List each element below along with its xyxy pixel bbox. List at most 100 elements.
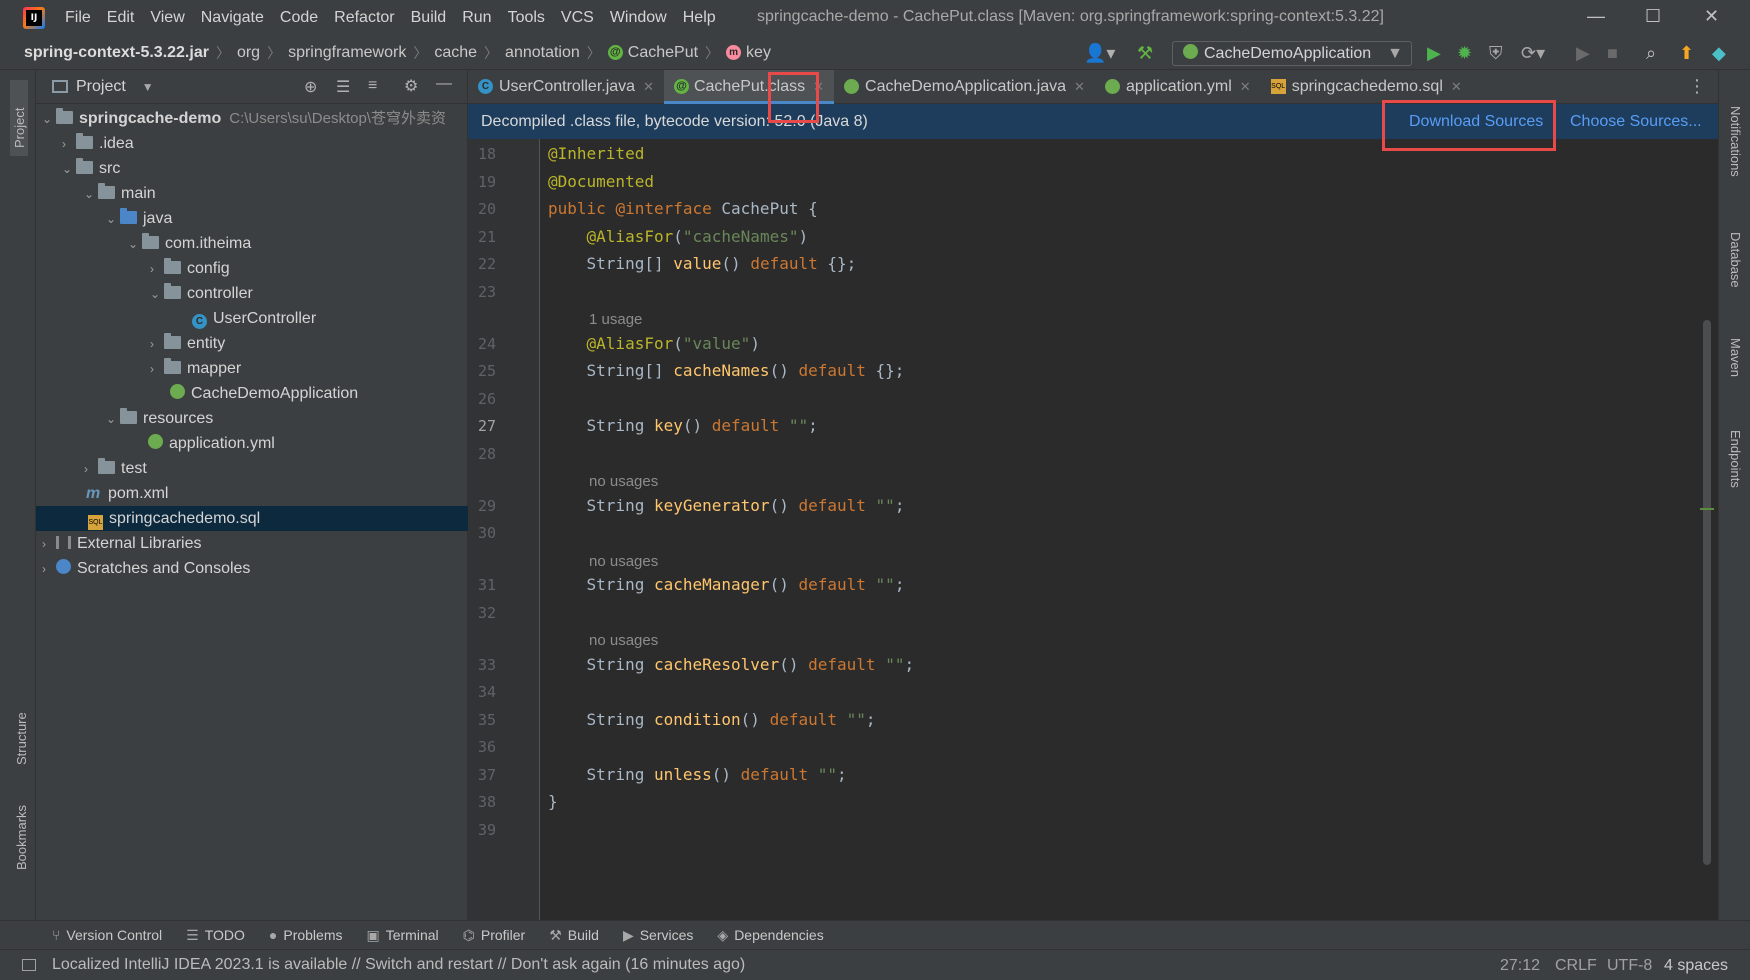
code-line[interactable]: String cacheResolver() default ""; bbox=[548, 655, 915, 674]
menu-file[interactable]: File bbox=[57, 9, 99, 27]
code-line[interactable]: } bbox=[548, 792, 558, 811]
run-icon[interactable]: ▶ bbox=[1427, 42, 1441, 64]
build-tool[interactable]: ⚒ Build bbox=[549, 927, 599, 944]
tree-item-sql[interactable]: SQL springcachedemo.sql bbox=[36, 506, 468, 531]
chevron-down-icon[interactable]: ⌄ bbox=[84, 182, 98, 207]
expand-all-icon[interactable]: ☰ bbox=[336, 77, 350, 97]
chevron-down-icon[interactable]: ⌄ bbox=[150, 282, 164, 307]
menu-code[interactable]: Code bbox=[272, 9, 326, 27]
chevron-right-icon[interactable]: › bbox=[150, 332, 164, 357]
tab-springcachedemo-sql[interactable]: SQL springcachedemo.sql ✕ bbox=[1261, 70, 1472, 104]
tab-cacheput[interactable]: @ CachePut.class ✕ bbox=[663, 69, 835, 104]
tree-item-application-yml[interactable]: application.yml bbox=[36, 431, 468, 456]
close-tab-icon[interactable]: ✕ bbox=[1451, 79, 1462, 95]
tree-item-cachedemoapplication[interactable]: CacheDemoApplication bbox=[36, 381, 468, 406]
tree-item-entity[interactable]: › entity bbox=[36, 331, 468, 356]
tree-item-src[interactable]: ⌄ src bbox=[36, 156, 468, 181]
code-line[interactable]: String cacheManager() default ""; bbox=[548, 575, 905, 594]
usage-inlay-hint[interactable]: no usages bbox=[589, 632, 658, 649]
tree-item-idea[interactable]: › .idea bbox=[36, 131, 468, 156]
choose-sources-link[interactable]: Choose Sources... bbox=[1570, 104, 1702, 139]
run-configuration-select[interactable]: CacheDemoApplication ▼ bbox=[1172, 41, 1412, 66]
code-line[interactable]: @AliasFor("cacheNames") bbox=[548, 227, 809, 246]
chevron-right-icon[interactable]: › bbox=[42, 532, 56, 557]
code-line[interactable]: String[] cacheNames() default {}; bbox=[548, 361, 905, 380]
tree-item-main[interactable]: ⌄ main bbox=[36, 181, 468, 206]
chevron-down-icon[interactable]: ⌄ bbox=[106, 207, 120, 232]
menu-navigate[interactable]: Navigate bbox=[193, 9, 272, 27]
jetbrains-ai-icon[interactable]: ◆ bbox=[1712, 42, 1726, 64]
code-line[interactable]: String condition() default ""; bbox=[548, 710, 876, 729]
tree-item-external-libraries[interactable]: › External Libraries bbox=[36, 531, 468, 556]
chevron-down-icon[interactable]: ⌄ bbox=[128, 232, 142, 257]
terminal-tool[interactable]: ▣ Terminal bbox=[367, 927, 439, 944]
status-message[interactable]: Localized IntelliJ IDEA 2023.1 is availa… bbox=[52, 956, 745, 974]
dependencies-tool[interactable]: ◈ Dependencies bbox=[717, 927, 823, 944]
code-editor[interactable]: @Inherited @Documented public @interface C… bbox=[540, 139, 1718, 926]
file-encoding[interactable]: UTF-8 bbox=[1607, 950, 1652, 980]
code-line[interactable]: String keyGenerator() default ""; bbox=[548, 496, 905, 515]
bookmarks-tool-label[interactable]: Bookmarks bbox=[14, 805, 29, 870]
collapse-all-icon[interactable]: ≡ bbox=[368, 77, 377, 95]
services-tool[interactable]: ▶ Services bbox=[623, 927, 693, 944]
minimize-icon[interactable]: — bbox=[1587, 6, 1605, 27]
tree-item-resources[interactable]: ⌄ resources bbox=[36, 406, 468, 431]
todo-tool[interactable]: ☰ TODO bbox=[186, 927, 245, 944]
chevron-down-icon[interactable]: ⌄ bbox=[106, 407, 120, 432]
database-tool-label[interactable]: Database bbox=[1728, 232, 1743, 288]
version-control-tool[interactable]: ⑂ Version Control bbox=[52, 927, 162, 943]
code-line[interactable]: String[] value() default {}; bbox=[548, 254, 857, 273]
menu-run[interactable]: Run bbox=[454, 9, 499, 27]
chevron-down-icon[interactable]: ⌄ bbox=[42, 107, 56, 132]
close-tab-icon[interactable]: ✕ bbox=[643, 79, 654, 95]
usage-inlay-hint[interactable]: 1 usage bbox=[589, 311, 642, 328]
download-sources-link[interactable]: Download Sources bbox=[1409, 104, 1543, 139]
locate-icon[interactable]: ⊕ bbox=[304, 77, 317, 97]
line-separator[interactable]: CRLF bbox=[1555, 950, 1597, 980]
breadcrumb-key[interactable]: key bbox=[746, 44, 771, 62]
breadcrumb-cache[interactable]: cache bbox=[434, 44, 477, 62]
chevron-right-icon[interactable]: › bbox=[84, 457, 98, 482]
menu-view[interactable]: View bbox=[142, 9, 192, 27]
breadcrumb-springframework[interactable]: springframework bbox=[288, 44, 406, 62]
resume-icon[interactable]: ▶ bbox=[1576, 42, 1590, 64]
tree-item-package[interactable]: ⌄ com.itheima bbox=[36, 231, 468, 256]
user-icon[interactable]: 👤▾ bbox=[1084, 42, 1115, 64]
build-hammer-icon[interactable]: ⚒ bbox=[1137, 42, 1153, 64]
tree-item-root[interactable]: ⌄ springcache-demo C:\Users\su\Desktop\苍穹外… bbox=[36, 106, 468, 131]
coverage-icon[interactable]: ⛨ bbox=[1489, 42, 1503, 64]
menu-help[interactable]: Help bbox=[675, 9, 724, 27]
close-tab-icon[interactable]: ✕ bbox=[813, 79, 824, 95]
structure-tool-label[interactable]: Structure bbox=[14, 712, 29, 765]
profile-icon[interactable]: ⟳▾ bbox=[1521, 42, 1545, 64]
endpoints-tool-label[interactable]: Endpoints bbox=[1728, 430, 1743, 488]
profiler-tool[interactable]: ⌬ Profiler bbox=[463, 927, 526, 944]
code-line[interactable]: @Inherited bbox=[548, 144, 644, 163]
maven-tool-label[interactable]: Maven bbox=[1728, 338, 1743, 377]
tree-item-pom[interactable]: m pom.xml bbox=[36, 481, 468, 506]
hide-panel-icon[interactable]: — bbox=[436, 75, 452, 93]
chevron-down-icon[interactable]: ⌄ bbox=[62, 157, 76, 182]
menu-tools[interactable]: Tools bbox=[500, 9, 553, 27]
tab-usercontroller[interactable]: C UserController.java ✕ bbox=[468, 70, 664, 104]
close-tab-icon[interactable]: ✕ bbox=[1074, 79, 1085, 95]
menu-edit[interactable]: Edit bbox=[99, 9, 143, 27]
chevron-right-icon[interactable]: › bbox=[150, 357, 164, 382]
tab-cachedemoapplication[interactable]: CacheDemoApplication.java ✕ bbox=[834, 70, 1095, 104]
tree-item-scratches[interactable]: › Scratches and Consoles bbox=[36, 556, 468, 581]
menu-vcs[interactable]: VCS bbox=[553, 9, 602, 27]
code-line[interactable]: String unless() default ""; bbox=[548, 765, 847, 784]
code-line[interactable]: public @interface CachePut { bbox=[548, 199, 818, 218]
menu-build[interactable]: Build bbox=[403, 9, 455, 27]
tab-application-yml[interactable]: application.yml ✕ bbox=[1095, 70, 1261, 104]
project-tool-label[interactable]: Project bbox=[12, 108, 27, 148]
chevron-down-icon[interactable]: ▼ bbox=[142, 80, 154, 94]
more-tabs-icon[interactable]: ⋮ bbox=[1688, 76, 1706, 97]
toggle-tool-windows-icon[interactable] bbox=[22, 959, 36, 971]
usage-inlay-hint[interactable]: no usages bbox=[589, 473, 658, 490]
notifications-tool-label[interactable]: Notifications bbox=[1728, 106, 1743, 177]
stop-icon[interactable]: ■ bbox=[1607, 42, 1618, 64]
code-line[interactable]: @AliasFor("value") bbox=[548, 334, 760, 353]
editor-scrollbar[interactable] bbox=[1703, 320, 1711, 865]
breadcrumb-annotation[interactable]: annotation bbox=[505, 44, 580, 62]
